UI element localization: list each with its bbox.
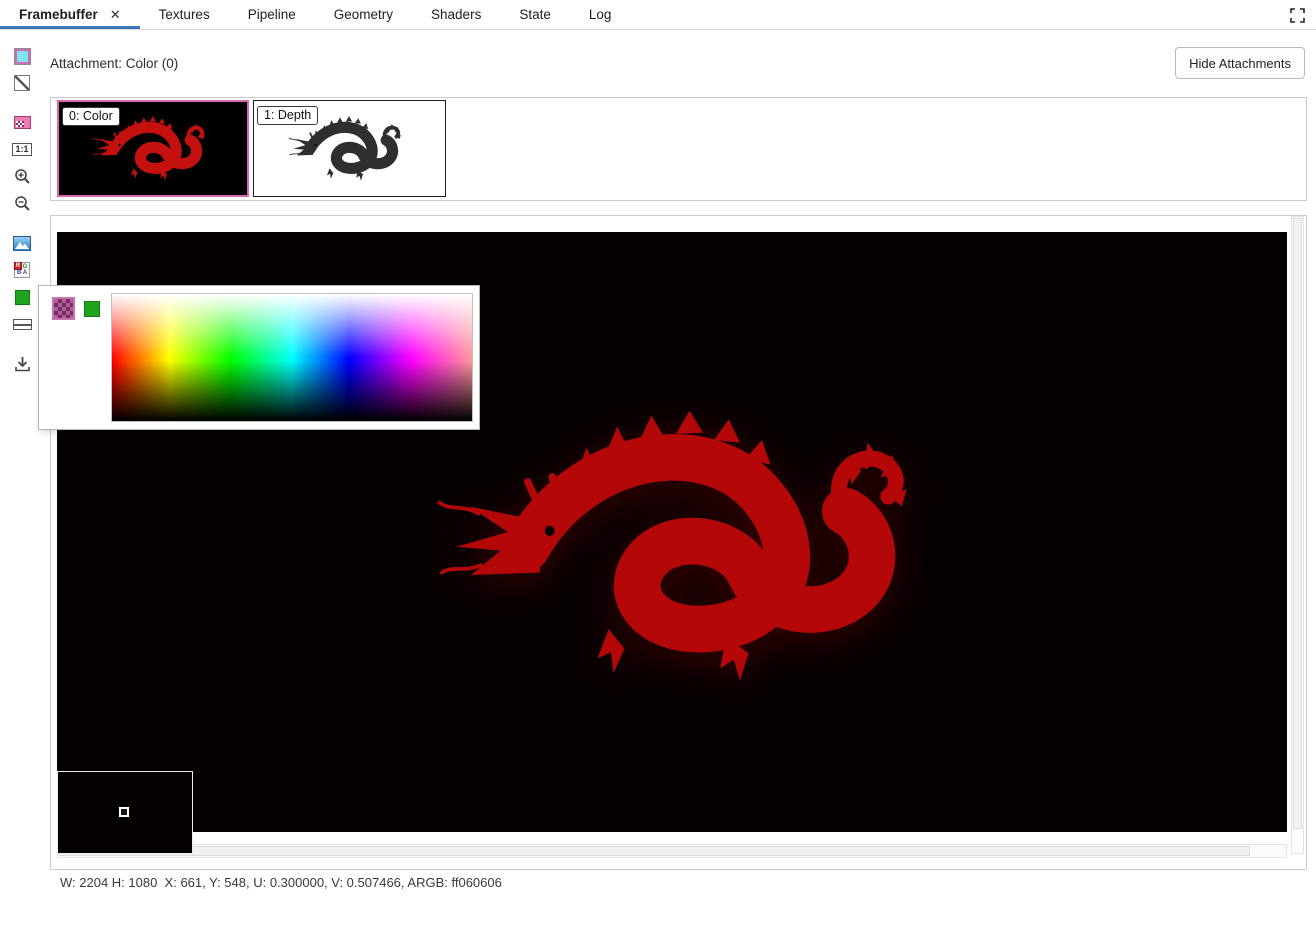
green-color-swatch[interactable] xyxy=(84,301,100,317)
tab-label: Log xyxy=(589,7,612,22)
tab-label: Textures xyxy=(159,7,210,22)
hide-attachments-button[interactable]: Hide Attachments xyxy=(1175,47,1305,79)
zoom-out-icon xyxy=(14,195,31,212)
flatten-button[interactable] xyxy=(12,314,32,334)
zoom-in-button[interactable] xyxy=(12,166,32,186)
background-color-swatch-icon xyxy=(15,49,30,64)
save-image-button[interactable] xyxy=(12,354,32,374)
channel-a: A xyxy=(21,269,29,277)
tab-shaders[interactable]: Shaders xyxy=(412,0,500,29)
left-toolbar: 1:1 R G B A xyxy=(0,30,44,927)
split-rows-icon xyxy=(13,319,32,330)
attachment-badge: 0: Color xyxy=(62,107,120,126)
background-color-button[interactable] xyxy=(12,46,32,66)
overlay-color-swatch-icon xyxy=(14,116,31,129)
close-tab-icon[interactable]: ✕ xyxy=(110,7,121,23)
tab-geometry[interactable]: Geometry xyxy=(315,0,412,29)
tab-framebuffer[interactable]: Framebuffer ✕ xyxy=(0,0,140,29)
attachment-thumbnail-depth[interactable]: 1: Depth xyxy=(253,100,446,197)
hsv-gradient[interactable] xyxy=(111,293,473,422)
overlay-color-button[interactable] xyxy=(12,112,32,132)
zoom-actual-size-button[interactable]: 1:1 xyxy=(12,139,32,159)
horizontal-scrollbar[interactable] xyxy=(57,844,1287,858)
green-swatch-icon xyxy=(15,290,30,305)
zoom-out-button[interactable] xyxy=(12,193,32,213)
tab-state[interactable]: State xyxy=(500,0,570,29)
channel-select-button[interactable]: R G B A xyxy=(12,260,32,280)
tab-label: State xyxy=(519,7,551,22)
dragon-render xyxy=(422,364,962,732)
pixel-magnifier xyxy=(57,771,193,854)
attachments-panel: 0: Color 1: Depth xyxy=(50,97,1307,201)
tab-log[interactable]: Log xyxy=(570,0,631,29)
rgba-channels-icon: R G B A xyxy=(14,262,30,278)
tab-pipeline[interactable]: Pipeline xyxy=(229,0,315,29)
attachment-header-label: Attachment: Color (0) xyxy=(50,56,178,71)
fullscreen-icon[interactable] xyxy=(1289,7,1305,23)
download-icon xyxy=(14,356,31,372)
diagonal-icon xyxy=(14,75,30,91)
image-icon xyxy=(13,236,31,251)
vertical-scrollbar-thumb[interactable] xyxy=(1293,218,1302,829)
color-picker-popup xyxy=(38,285,480,430)
tab-textures[interactable]: Textures xyxy=(140,0,229,29)
tab-label: Geometry xyxy=(334,7,393,22)
tab-label: Framebuffer xyxy=(19,7,98,22)
fit-image-button[interactable] xyxy=(12,233,32,253)
tab-label: Pipeline xyxy=(248,7,296,22)
attachment-thumbnail-color[interactable]: 0: Color xyxy=(57,100,249,197)
solid-color-button[interactable] xyxy=(12,287,32,307)
one-to-one-icon: 1:1 xyxy=(12,143,31,156)
tab-label: Shaders xyxy=(431,7,481,22)
picked-pixel-marker xyxy=(119,807,129,817)
horizontal-scrollbar-thumb[interactable] xyxy=(59,846,1250,856)
disable-alpha-button[interactable] xyxy=(12,73,32,93)
alpha-color-swatch[interactable] xyxy=(52,297,75,320)
status-bar-text: W: 2204 H: 1080 X: 661, Y: 548, U: 0.300… xyxy=(60,875,502,890)
vertical-scrollbar[interactable] xyxy=(1291,216,1304,854)
tab-bar: Framebuffer ✕ Textures Pipeline Geometry… xyxy=(0,0,1316,30)
zoom-in-icon xyxy=(14,168,31,185)
attachment-badge: 1: Depth xyxy=(257,106,318,125)
